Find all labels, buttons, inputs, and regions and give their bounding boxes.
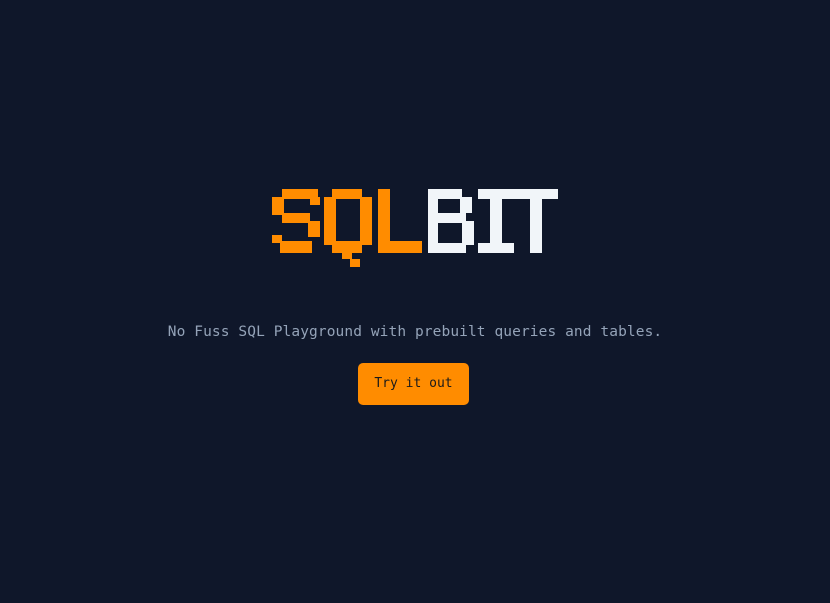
sqlbit-logo [269, 189, 560, 275]
hero-section: No Fuss SQL Playground with prebuilt que… [0, 0, 830, 603]
sqlbit-logo-graphic [272, 189, 558, 267]
try-it-out-button[interactable]: Try it out [358, 363, 469, 405]
logo-sql-part [272, 189, 422, 267]
tagline: No Fuss SQL Playground with prebuilt que… [167, 323, 663, 340]
logo-bit-part [428, 189, 558, 253]
